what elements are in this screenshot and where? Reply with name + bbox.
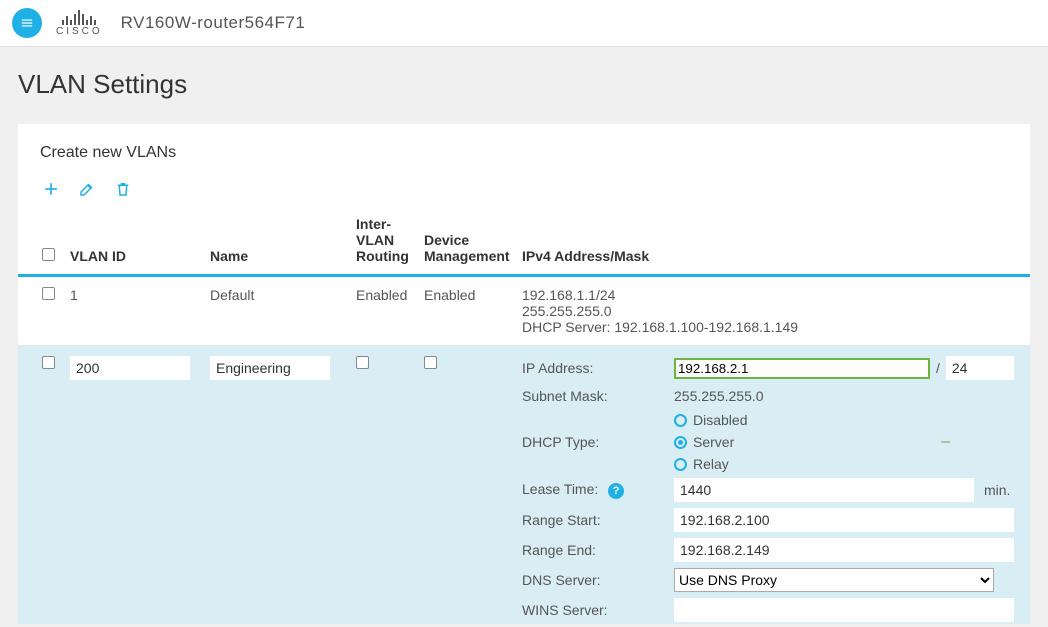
range-end-input[interactable] [674,538,1014,562]
app-header: CISCO RV160W-router564F71 [0,0,1048,47]
toolbar [18,168,1030,206]
table-row-edit: IP Address: / Subnet Mask: 255.255.255.0… [18,346,1030,625]
table-row: 1 Default Enabled Enabled 192.168.1.1/24… [18,276,1030,346]
dhcp-radio-server[interactable]: Server [674,434,1014,450]
ip-line: 192.168.1.1/24 [522,287,1026,303]
vlan-table: VLAN ID Name Inter-VLAN Routing Device M… [18,206,1030,624]
label-subnet-mask: Subnet Mask: [522,388,662,404]
ip-address-input[interactable] [674,358,930,379]
dhcp-radio-relay[interactable]: Relay [674,456,1014,472]
cell-vlan-id: 1 [66,276,206,346]
radio-label: Disabled [693,412,747,428]
label-ip-address: IP Address: [522,360,662,376]
device-name: RV160W-router564F71 [121,13,306,33]
cisco-bars-icon [62,9,96,25]
radio-icon [674,458,687,471]
content-card: Create new VLANs VLAN ID Name Inte [18,124,1030,624]
col-dm: Device Management [420,206,518,276]
cell-name: Default [206,276,352,346]
label-wins-server: WINS Server: [522,602,662,618]
cell-ipv4: 192.168.1.1/24 255.255.255.0 DHCP Server… [518,276,1030,346]
edit-button[interactable] [76,178,98,200]
vlan-name-input[interactable] [210,356,330,380]
ivr-checkbox[interactable] [356,356,369,369]
row-checkbox[interactable] [42,356,55,369]
cidr-separator: / [930,360,946,376]
menu-toggle-button[interactable] [12,8,42,38]
section-title: Create new VLANs [18,124,1030,168]
radio-label: Relay [693,456,729,472]
add-button[interactable] [40,178,62,200]
cell-ivr: Enabled [352,276,420,346]
mask-line: 255.255.255.0 [522,303,1026,319]
label-lease-time: Lease Time: ? [522,481,662,499]
brand-logo: CISCO [56,9,103,37]
cidr-input[interactable] [946,356,1014,380]
label-dhcp-type: DHCP Type: [522,434,662,450]
lease-unit: min. [974,482,1010,498]
radio-icon [674,414,687,427]
col-vlan-id: VLAN ID [66,206,206,276]
subnet-mask-value: 255.255.255.0 [674,386,1014,406]
page-title: VLAN Settings [18,69,1030,100]
col-ipv4: IPv4 Address/Mask [518,206,1030,276]
delete-button[interactable] [112,178,134,200]
accent-marker-icon: – [941,433,950,451]
radio-label: Server [693,434,734,450]
dm-checkbox[interactable] [424,356,437,369]
col-name: Name [206,206,352,276]
dhcp-radio-disabled[interactable]: Disabled [674,412,1014,428]
dns-server-select[interactable]: Use DNS Proxy [674,568,994,592]
col-ivr: Inter-VLAN Routing [352,206,420,276]
label-range-start: Range Start: [522,512,662,528]
label-dns-server: DNS Server: [522,572,662,588]
vlan-id-input[interactable] [70,356,190,380]
vlan-edit-form: IP Address: / Subnet Mask: 255.255.255.0… [522,356,1026,622]
row-checkbox[interactable] [42,287,55,300]
range-start-input[interactable] [674,508,1014,532]
radio-icon [674,436,687,449]
table-header-row: VLAN ID Name Inter-VLAN Routing Device M… [18,206,1030,276]
help-icon[interactable]: ? [608,483,624,499]
label-range-end: Range End: [522,542,662,558]
cell-dm: Enabled [420,276,518,346]
wins-server-input[interactable] [674,598,1014,622]
lease-time-input[interactable] [674,478,974,502]
select-all-checkbox[interactable] [42,248,55,261]
dhcp-line: DHCP Server: 192.168.1.100-192.168.1.149 [522,319,1026,335]
brand-text: CISCO [56,26,103,37]
